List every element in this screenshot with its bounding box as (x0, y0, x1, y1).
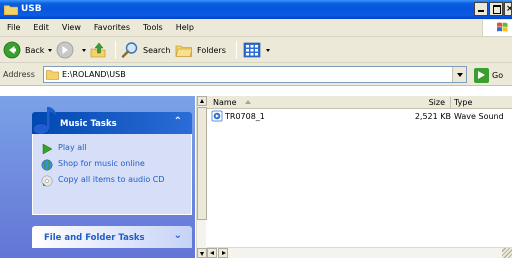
scroll-thumb[interactable] (197, 107, 207, 220)
scroll-down-button[interactable] (197, 248, 207, 258)
resize-grip[interactable] (502, 248, 512, 258)
scroll-right-button[interactable] (218, 248, 228, 258)
chevron-down-icon[interactable] (82, 48, 86, 52)
address-label: Address (3, 70, 35, 79)
file-list: Name Size Type TR0708_1 2,521 KB Wave So… (207, 96, 512, 258)
folders-button[interactable]: Folders (175, 40, 226, 60)
column-header-name[interactable]: Name (213, 98, 251, 107)
folders-label: Folders (197, 45, 226, 55)
up-folder-button[interactable] (89, 40, 111, 60)
play-icon (42, 143, 53, 155)
title-bar: USB × (0, 0, 512, 19)
scroll-up-button[interactable] (197, 96, 207, 106)
back-label: Back (25, 45, 45, 55)
chevron-down-icon[interactable] (266, 48, 270, 52)
search-icon (121, 42, 138, 58)
file-row[interactable]: TR0708_1 2,521 KB Wave Sound (207, 110, 512, 123)
menu-favorites[interactable]: Favorites (88, 23, 137, 32)
go-button[interactable]: Go (474, 67, 503, 83)
forward-button[interactable] (56, 40, 86, 60)
address-value: E:\ROLAND\USB (62, 70, 126, 79)
music-tasks-title: Music Tasks (60, 119, 117, 129)
forward-arrow-icon (56, 41, 74, 59)
menu-help[interactable]: Help (170, 23, 201, 32)
task-shop-music[interactable]: Shop for music online (41, 159, 170, 171)
wave-sound-file-icon (211, 110, 223, 122)
file-name: TR0708_1 (225, 112, 265, 121)
back-button[interactable]: Back (3, 40, 53, 60)
search-button[interactable]: Search (121, 40, 170, 60)
back-arrow-icon (3, 41, 21, 59)
menu-file[interactable]: File (0, 23, 27, 32)
search-label: Search (143, 45, 171, 55)
go-arrow-icon (474, 67, 489, 83)
task-label: Shop for music online (58, 159, 145, 168)
file-folder-tasks-title: File and Folder Tasks (44, 233, 145, 243)
views-icon (243, 42, 261, 58)
cd-icon (41, 175, 53, 187)
window-title: USB (21, 4, 42, 14)
sort-ascending-icon (244, 100, 251, 104)
task-label: Copy all items to audio CD (58, 175, 165, 184)
address-dropdown-button[interactable] (452, 67, 466, 82)
chevron-down-icon[interactable] (48, 48, 53, 52)
windows-logo-icon (482, 20, 512, 36)
task-copy-to-cd[interactable]: Copy all items to audio CD (41, 175, 170, 187)
close-button[interactable]: × (504, 2, 512, 16)
address-field[interactable]: E:\ROLAND\USB (43, 66, 467, 83)
music-note-icon (32, 107, 57, 135)
scroll-left-button[interactable] (207, 248, 217, 258)
folders-icon (175, 45, 193, 57)
column-header-row: Name Size Type (207, 96, 512, 109)
up-folder-icon (90, 42, 106, 58)
menu-edit[interactable]: Edit (27, 23, 56, 32)
file-type: Wave Sound (454, 112, 504, 121)
menu-view[interactable]: View (56, 23, 88, 32)
task-pane-scrollbar[interactable] (196, 96, 207, 258)
menu-bar: File Edit View Favorites Tools Help (0, 19, 512, 37)
views-button[interactable] (242, 40, 270, 60)
task-play-all[interactable]: Play all (41, 143, 170, 155)
music-tasks-body: Play all Shop for music online Copy all … (32, 134, 192, 215)
folder-icon (46, 70, 59, 80)
file-folder-tasks-header[interactable]: File and Folder Tasks ⌄ (32, 226, 192, 248)
globe-icon (41, 159, 53, 171)
address-bar: Address E:\ROLAND\USB Go (0, 63, 512, 86)
column-header-type[interactable]: Type (454, 98, 472, 107)
toolbar: Back Search Folders (0, 37, 512, 63)
go-label: Go (492, 70, 504, 80)
menu-tools[interactable]: Tools (137, 23, 170, 32)
maximize-button[interactable] (489, 2, 503, 16)
minimize-button[interactable] (474, 2, 488, 16)
task-label: Play all (58, 143, 87, 152)
file-size: 2,521 KB (414, 112, 451, 121)
chevron-down-icon[interactable]: ⌄ (174, 230, 182, 241)
column-header-size[interactable]: Size (429, 98, 445, 107)
chevron-up-icon[interactable]: ⌃ (174, 116, 182, 127)
file-list-hscrollbar[interactable] (207, 247, 512, 258)
folder-icon (4, 5, 18, 15)
